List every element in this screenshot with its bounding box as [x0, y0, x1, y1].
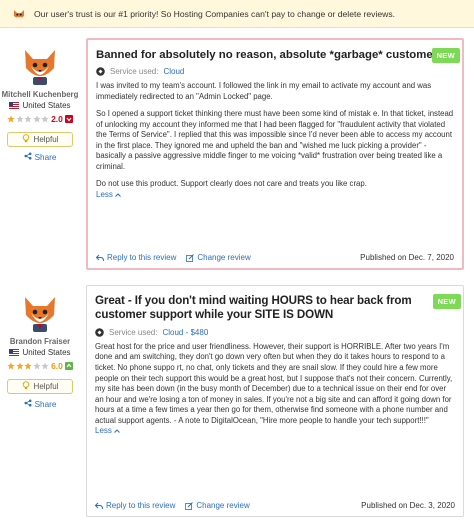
review-paragraph: Great host for the price and user friend…: [95, 341, 453, 425]
star-filled-icon: [7, 362, 15, 370]
service-label: Service used:: [109, 327, 158, 337]
edit-icon: [185, 501, 194, 510]
rating-row: 6.0: [0, 361, 80, 371]
review-content: Banned for absolutely no reason, absolut…: [86, 38, 464, 270]
review-title[interactable]: Great - If you don't mind waiting HOURS …: [95, 294, 455, 323]
reviewer-country-label: United States: [22, 101, 71, 111]
reply-button[interactable]: Reply to this review: [95, 253, 177, 262]
star-filled-icon: [24, 362, 32, 370]
less-toggle[interactable]: Less: [88, 190, 129, 199]
server-icon: [95, 328, 104, 337]
helpful-button[interactable]: Helpful: [7, 379, 73, 395]
mascot-icon: [12, 7, 26, 21]
review-footer: Reply to this review Change review Publi…: [95, 253, 454, 262]
review-body: Great host for the price and user friend…: [87, 337, 463, 426]
trust-banner: Our user's trust is our #1 priority! So …: [0, 0, 474, 28]
star-empty-icon: [41, 362, 49, 370]
new-badge: NEW: [432, 294, 461, 309]
star-rating: [7, 362, 49, 370]
score-value: 6.0: [51, 361, 63, 372]
reviewer-info: Brandon Fraiser United States 6.0 Helpfu…: [0, 283, 80, 409]
service-used: Service used: Cloud: [88, 62, 462, 76]
review-header: Great - If you don't mind waiting HOURS …: [87, 286, 463, 323]
helpful-button[interactable]: Helpful: [7, 132, 73, 148]
avatar: [19, 291, 61, 333]
trend-up-icon: [64, 362, 73, 371]
change-review-button[interactable]: Change review: [186, 253, 251, 262]
reply-label: Reply to this review: [106, 501, 176, 510]
lightbulb-icon: [22, 381, 30, 392]
edit-icon: [186, 253, 195, 262]
review-title[interactable]: Banned for absolutely no reason, absolut…: [96, 48, 454, 62]
service-label: Service used:: [110, 67, 159, 77]
us-flag-icon: [9, 349, 20, 357]
share-link[interactable]: Share: [0, 399, 80, 409]
new-badge: NEW: [431, 48, 460, 63]
score-value: 2.0: [51, 114, 63, 125]
share-label: Share: [34, 152, 57, 162]
review-card: Brandon Fraiser United States 6.0 Helpfu…: [0, 283, 474, 523]
trust-banner-text: Our user's trust is our #1 priority! So …: [34, 8, 396, 19]
reviewer-country: United States: [0, 101, 80, 110]
review-card: Mitchell Kuchenberg United States 2.0 He…: [0, 36, 474, 276]
service-used: Service used: Cloud - $480: [87, 323, 463, 337]
trend-down-icon: [64, 115, 73, 124]
star-filled-icon: [7, 115, 15, 123]
published-date: Published on Dec. 7, 2020: [360, 253, 454, 262]
star-rating: [7, 115, 49, 123]
star-empty-icon: [41, 115, 49, 123]
star-empty-icon: [15, 115, 24, 123]
reply-label: Reply to this review: [107, 253, 177, 262]
review-body: I was invited to my team's account. I fo…: [88, 76, 462, 190]
review-paragraph: Do not use this product. Support clearly…: [96, 179, 367, 189]
reply-icon: [95, 254, 104, 262]
reviewer-name: Brandon Fraiser: [9, 337, 71, 346]
star-filled-icon: [15, 362, 24, 370]
star-empty-icon: [32, 115, 41, 123]
service-value[interactable]: Cloud - $480: [162, 328, 208, 337]
change-label: Change review: [196, 501, 250, 510]
share-icon: [24, 399, 32, 409]
reviewer-info: Mitchell Kuchenberg United States 2.0 He…: [0, 36, 80, 162]
us-flag-icon: [9, 102, 20, 110]
change-label: Change review: [197, 253, 251, 262]
share-link[interactable]: Share: [0, 152, 80, 162]
less-label: Less: [96, 189, 113, 199]
avatar: [19, 44, 61, 86]
rating-row: 2.0: [0, 114, 80, 124]
reviewer-country-label: United States: [22, 348, 71, 358]
review-paragraph: I was invited to my team's account. I fo…: [96, 81, 432, 101]
chevron-up-icon: [114, 426, 120, 435]
service-value[interactable]: Cloud: [163, 67, 184, 76]
published-date: Published on Dec. 3, 2020: [361, 501, 455, 510]
star-empty-icon: [32, 362, 41, 370]
less-label: Less: [95, 426, 112, 436]
review-content: Great - If you don't mind waiting HOURS …: [86, 285, 464, 517]
change-review-button[interactable]: Change review: [185, 501, 250, 510]
review-paragraph: So I opened a support ticket thinking th…: [96, 109, 454, 171]
review-footer: Reply to this review Change review Publi…: [94, 501, 455, 510]
review-header: Banned for absolutely no reason, absolut…: [88, 40, 462, 63]
share-label: Share: [34, 399, 57, 409]
helpful-label: Helpful: [33, 382, 59, 392]
reviewer-country: United States: [0, 348, 80, 357]
chevron-up-icon: [115, 190, 121, 199]
reviewer-name: Mitchell Kuchenberg: [1, 90, 79, 99]
server-icon: [96, 67, 105, 77]
lightbulb-icon: [22, 134, 30, 145]
less-toggle[interactable]: Less: [87, 426, 128, 435]
reply-icon: [94, 502, 103, 510]
star-empty-icon: [24, 115, 32, 123]
helpful-label: Helpful: [33, 135, 59, 145]
reply-button[interactable]: Reply to this review: [94, 501, 176, 510]
share-icon: [24, 152, 32, 162]
